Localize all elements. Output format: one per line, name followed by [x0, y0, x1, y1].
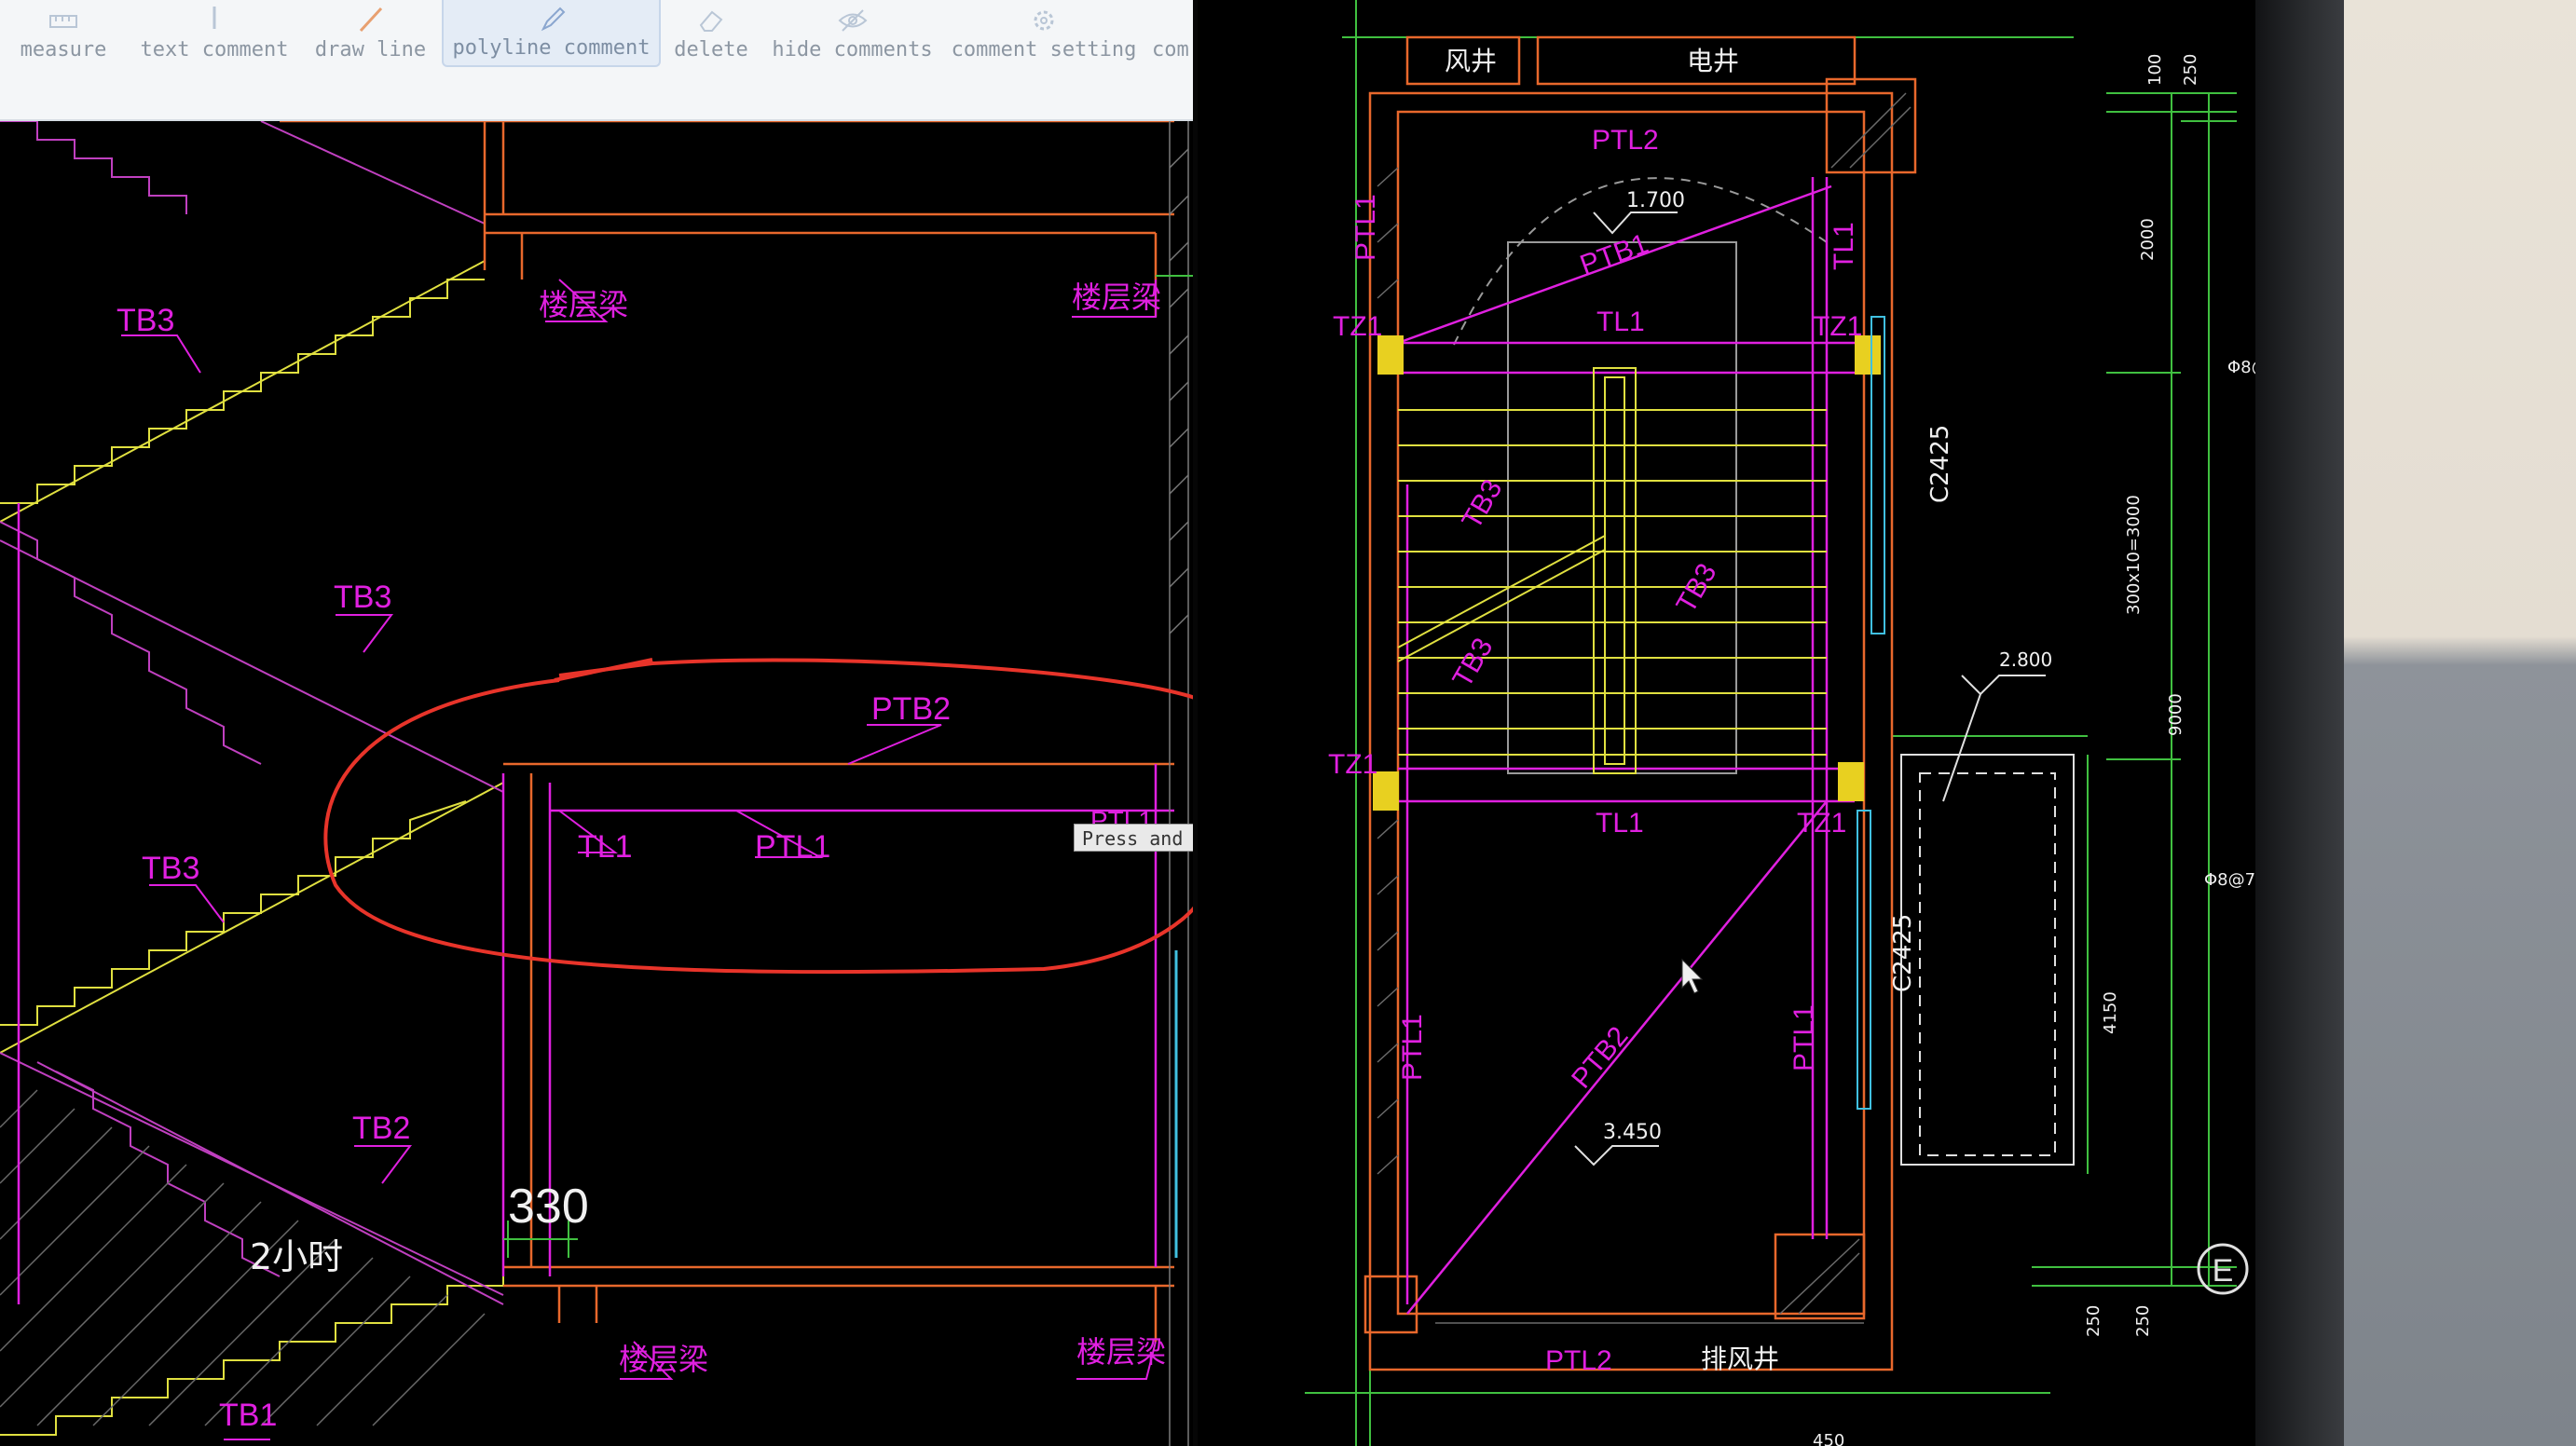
r-dim-9000: 9000 — [2166, 693, 2185, 736]
label-floor-beam-b: 楼层梁 — [1072, 280, 1161, 314]
axis-f-marker: F — [1156, 275, 1198, 277]
wall-hatch-left — [1169, 121, 1189, 1446]
left-cad-drawing[interactable]: F F TB3 TB3 TB3 TB2 TB1 楼层梁 — [0, 0, 1198, 1446]
text-comment-label: text comment — [140, 38, 289, 61]
r-dim-steps: 300x10=3000 — [2124, 495, 2144, 615]
delete-label: delete — [674, 38, 748, 61]
r-dim-250b: 250 — [2084, 1305, 2103, 1337]
r-label-tz1-b: TZ1 — [1813, 311, 1862, 342]
r-label-ptb1: PTB1 — [1576, 228, 1652, 281]
measure-button[interactable]: measure — [7, 0, 119, 67]
hide-comments-button[interactable]: hide comments — [766, 0, 939, 67]
more-label: com — [1152, 38, 1189, 61]
comment-toolbar: measure text comment draw line polyline … — [0, 0, 1198, 121]
r-label-elev-mid: 3.450 — [1603, 1121, 1662, 1144]
red-annotation-tail — [554, 658, 653, 682]
label-tb3-c: TB3 — [142, 851, 199, 886]
monitor-bezel — [2255, 0, 2344, 1446]
r-label-tb3-b: TB3 — [1670, 558, 1722, 618]
stair-treads-right — [1397, 367, 1827, 774]
label-tl1: TL1 — [578, 829, 633, 865]
r-label-tb3-c: TB3 — [1446, 633, 1499, 692]
hide-comments-label: hide comments — [772, 38, 933, 61]
pencil-icon — [541, 7, 565, 32]
beam-lines-magenta — [17, 503, 1174, 1304]
ruler-icon — [49, 15, 77, 28]
r-label-shaft-b: 电井 — [1687, 46, 1739, 76]
r-label-elev-side: 2.800 — [1999, 648, 2052, 671]
label-tb1: TB1 — [219, 1398, 277, 1433]
label-tb3-a: TB3 — [116, 303, 174, 338]
label-ptl1: PTL1 — [755, 829, 830, 865]
measure-label: measure — [20, 38, 107, 61]
more-button[interactable]: com — [1152, 0, 1198, 67]
text-comment-button[interactable]: text comment — [130, 0, 298, 67]
r-axis-e-label: E — [2213, 1253, 2234, 1289]
r-dim-2000: 2000 — [2138, 218, 2158, 261]
right-monitor: PTL2 PTB1 TL1 TL1 TZ1 TZ1 TZ1 TZ1 PTL1 P… — [1198, 0, 2293, 1446]
r-label-c2425-b: C2425 — [1889, 914, 1917, 992]
dimension-330: 330 — [503, 1180, 589, 1258]
r-dim-250: 250 — [2181, 54, 2200, 86]
line-icon — [359, 7, 382, 33]
fire-rating-label: 2小时 — [250, 1236, 343, 1277]
label-floor-beam-c: 楼层梁 — [619, 1343, 708, 1376]
r-label-tl1-bottom: TL1 — [1596, 808, 1644, 839]
r-label-tl1-top: TL1 — [1596, 307, 1645, 337]
polyline-comment-button[interactable]: polyline comment — [442, 0, 661, 67]
r-dim-100: 100 — [2145, 54, 2165, 86]
text-icon — [212, 7, 216, 29]
windows-right — [1857, 316, 1885, 1110]
label-tb2: TB2 — [352, 1111, 410, 1146]
label-floor-beam-d: 楼层梁 — [1076, 1335, 1166, 1369]
eye-icon — [838, 9, 867, 32]
eraser-icon — [699, 10, 723, 32]
r-label-ptl2-bottom: PTL2 — [1545, 1345, 1612, 1376]
r-label-ptb2: PTB2 — [1566, 1021, 1635, 1095]
r-label-tb3-a: TB3 — [1456, 474, 1508, 534]
delete-button[interactable]: delete — [669, 0, 753, 67]
comment-setting-button[interactable]: comment setting — [951, 0, 1137, 67]
polyline-comment-label: polyline comment — [452, 36, 651, 60]
text-labels-right: 风井 电井 排风井 1.700 3.450 2.800 C2425 C2425 … — [1445, 46, 2290, 1446]
label-tb3-b: TB3 — [334, 580, 391, 615]
r-label-ptl1-top-left: PTL1 — [1350, 194, 1381, 261]
r-label-elev-top: 1.700 — [1626, 189, 1685, 212]
dim-330-label: 330 — [508, 1180, 589, 1234]
draw-line-label: draw line — [314, 38, 427, 61]
r-label-c2425-a: C2425 — [1926, 425, 1954, 503]
label-floor-beam-a: 楼层梁 — [539, 288, 628, 321]
r-dim-4150: 4150 — [2101, 991, 2120, 1034]
r-label-ptl1-left: PTL1 — [1397, 1014, 1428, 1081]
r-dim-250c: 250 — [2133, 1305, 2153, 1337]
comment-setting-label: comment setting — [951, 38, 1137, 61]
label-ptb2: PTB2 — [871, 691, 951, 727]
r-label-tz1-d: TZ1 — [1797, 808, 1846, 839]
grid-lines-right — [1305, 0, 2237, 1446]
r-label-exhaust: 排风井 — [1701, 1344, 1779, 1374]
r-label-tl1-vert: TL1 — [1829, 222, 1859, 270]
r-label-shaft-a: 风井 — [1445, 46, 1497, 76]
r-dim-450: 450 — [1813, 1431, 1844, 1446]
background-wall — [2344, 0, 2576, 1446]
right-cad-drawing[interactable]: PTL2 PTB1 TL1 TL1 TZ1 TZ1 TZ1 TZ1 PTL1 P… — [1198, 0, 2293, 1446]
shaft-outline — [1900, 754, 2075, 1166]
r-label-tz1-a: TZ1 — [1333, 311, 1382, 342]
press-hold-tooltip: Press and h — [1074, 824, 1198, 852]
r-label-ptl1-right: PTL1 — [1788, 1004, 1819, 1071]
left-monitor: F F TB3 TB3 TB3 TB2 TB1 楼层梁 — [0, 0, 1198, 1446]
red-annotation-ellipse[interactable] — [323, 658, 1198, 975]
gear-icon — [1034, 10, 1054, 31]
shaft-dashed — [1919, 772, 2056, 1156]
r-label-tz1-c: TZ1 — [1328, 749, 1377, 780]
beams-left — [280, 119, 1174, 1342]
draw-line-button[interactable]: draw line — [308, 0, 433, 67]
columns-tz1 — [1373, 335, 1881, 811]
r-label-ptl2-top: PTL2 — [1592, 125, 1659, 156]
r-axis-e-marker: E — [2197, 1243, 2249, 1295]
